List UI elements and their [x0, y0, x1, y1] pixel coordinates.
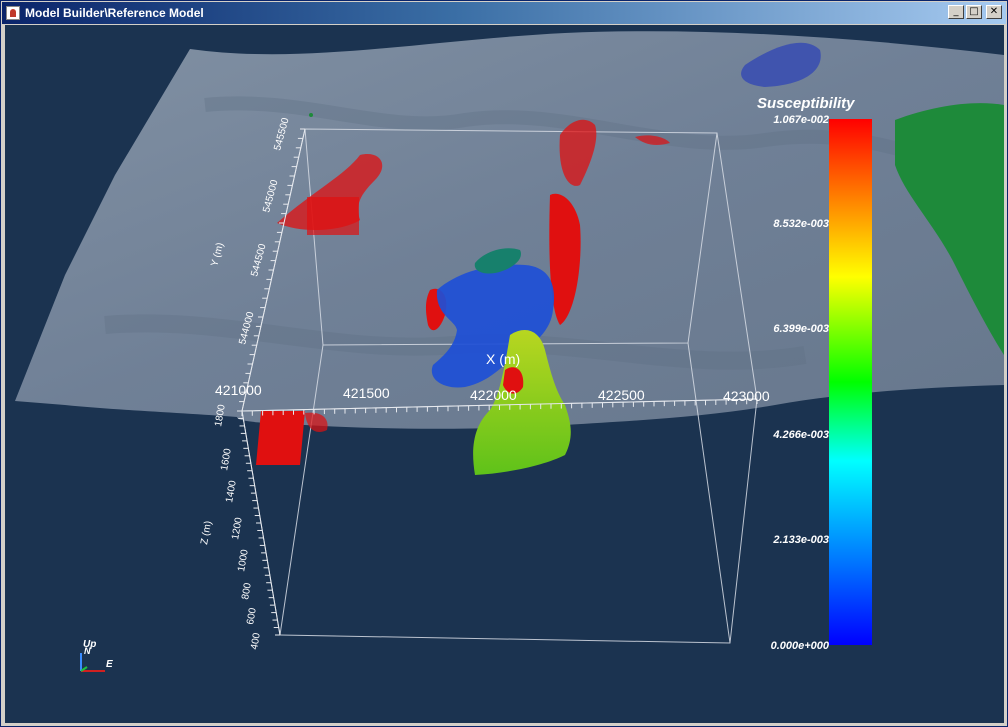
title-bar[interactable]: Model Builder\Reference Model _ □ ✕ — [2, 2, 1006, 24]
colorbar-title: Susceptibility — [757, 95, 855, 112]
orientation-east-label: E — [106, 659, 113, 670]
x-tick-label: 421000 — [215, 382, 262, 398]
z-tick-label: 1400 — [224, 479, 239, 503]
colorbar-label: 6.399e-003 — [773, 323, 829, 335]
3d-scene[interactable]: 421000 421500 422000 422500 423000 X (m)… — [5, 25, 1004, 723]
z-axis-labels: 1800 1600 1400 1200 1000 800 600 400 Z (… — [199, 403, 263, 650]
z-tick-label: 1600 — [219, 447, 234, 471]
3d-model-viewport[interactable]: 421000 421500 422000 422500 423000 X (m)… — [5, 25, 1004, 723]
colorbar-gradient — [829, 119, 872, 645]
orientation-north-label: N — [84, 646, 91, 656]
z-tick-label: 800 — [240, 582, 254, 601]
window-title: Model Builder\Reference Model — [25, 6, 204, 20]
green-speck — [309, 113, 313, 117]
window-controls: _ □ ✕ — [948, 5, 1002, 19]
x-axis-title: X (m) — [486, 351, 520, 367]
x-tick-label: 422000 — [470, 387, 517, 403]
z-tick-label: 1200 — [230, 516, 245, 540]
z-axis-title: Z (m) — [199, 520, 214, 545]
z-tick-label: 1000 — [236, 548, 251, 572]
colorbar-label: 2.133e-003 — [772, 534, 829, 546]
minimize-button[interactable]: _ — [948, 5, 964, 19]
x-tick-label: 422500 — [598, 387, 645, 403]
x-tick-label: 423000 — [723, 388, 770, 404]
z-tick-label: 400 — [249, 632, 263, 651]
colorbar-label: 4.266e-003 — [772, 429, 829, 441]
java-app-icon — [6, 6, 20, 20]
colorbar-label: 8.532e-003 — [773, 218, 829, 230]
application-window: Model Builder\Reference Model _ □ ✕ 4210… — [0, 0, 1008, 727]
close-button[interactable]: ✕ — [986, 5, 1002, 19]
maximize-button[interactable]: □ — [966, 5, 982, 19]
z-tick-label: 600 — [245, 607, 259, 626]
colorbar-label: 0.000e+000 — [771, 640, 830, 652]
x-tick-label: 421500 — [343, 385, 390, 401]
orientation-axes-triad: Up N E — [80, 639, 113, 672]
colorbar-label: 1.067e-002 — [773, 114, 829, 126]
